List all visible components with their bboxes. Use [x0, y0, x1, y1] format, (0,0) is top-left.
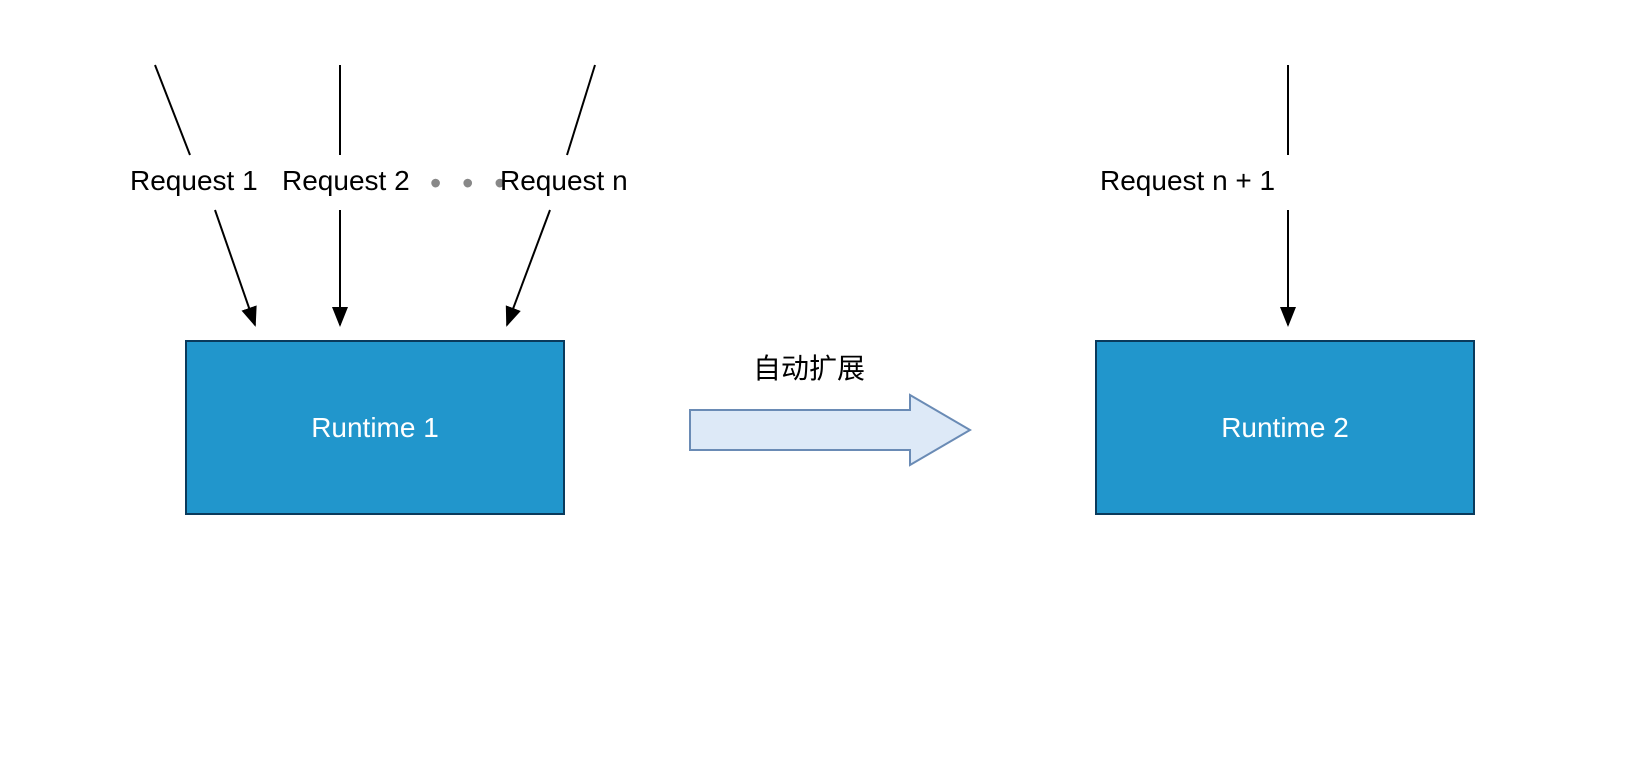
arrow-request-1-icon	[130, 55, 330, 345]
runtime-2-label: Runtime 2	[1221, 412, 1349, 444]
arrow-request-n-icon	[460, 55, 640, 345]
runtime-1-label: Runtime 1	[311, 412, 439, 444]
autoscale-diagram: Request 1 Request 2 • • • Request n Requ…	[0, 0, 1630, 766]
arrow-request-n-plus-1-icon	[1268, 55, 1308, 345]
runtime-2-box: Runtime 2	[1095, 340, 1475, 515]
request-n-plus-1-label: Request n + 1	[1100, 165, 1275, 197]
runtime-1-box: Runtime 1	[185, 340, 565, 515]
autoscale-label: 自动扩展	[753, 347, 865, 387]
autoscale-arrow-icon	[680, 390, 980, 470]
arrow-request-2-icon	[320, 55, 360, 345]
